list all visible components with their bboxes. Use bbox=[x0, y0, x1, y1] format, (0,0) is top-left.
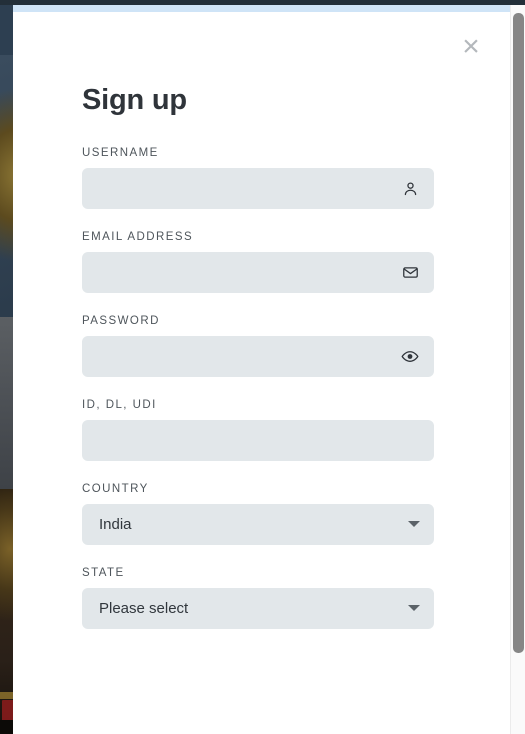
username-input[interactable] bbox=[82, 167, 434, 209]
chevron-down-icon[interactable] bbox=[408, 521, 420, 528]
password-field-shell bbox=[82, 335, 434, 377]
signup-form: Sign up USERNAME EMAIL ADDRESS PASSWORD … bbox=[82, 84, 434, 651]
country-select-value: India bbox=[99, 515, 132, 533]
label-email-address: EMAIL ADDRESS bbox=[82, 230, 194, 243]
field-group-state: STATE Please select bbox=[82, 567, 434, 629]
eye-icon[interactable] bbox=[401, 347, 419, 365]
page-title: Sign up bbox=[82, 84, 187, 116]
window-chrome-bar bbox=[0, 0, 525, 5]
state-select[interactable]: Please select bbox=[82, 587, 434, 629]
label-id-dl-udi: ID, DL, UDI bbox=[82, 398, 157, 411]
field-group-password: PASSWORD bbox=[82, 315, 434, 377]
email-input[interactable] bbox=[82, 251, 434, 293]
country-select[interactable]: India bbox=[82, 503, 434, 545]
username-field-shell bbox=[82, 167, 434, 209]
user-icon[interactable] bbox=[401, 179, 419, 197]
field-group-username: USERNAME bbox=[82, 147, 434, 209]
label-password: PASSWORD bbox=[82, 314, 160, 327]
modal-accent-bar bbox=[13, 5, 512, 12]
email-field-shell bbox=[82, 251, 434, 293]
field-group-email: EMAIL ADDRESS bbox=[82, 231, 434, 293]
id-dl-udi-field-shell bbox=[82, 419, 434, 461]
signup-modal: × Sign up USERNAME EMAIL ADDRESS PASSWOR… bbox=[13, 5, 512, 734]
envelope-icon[interactable] bbox=[401, 263, 419, 281]
password-input[interactable] bbox=[82, 335, 434, 377]
window-scrollbar[interactable] bbox=[510, 5, 525, 734]
chevron-down-icon[interactable] bbox=[408, 605, 420, 612]
label-username: USERNAME bbox=[82, 146, 159, 159]
close-icon[interactable]: × bbox=[454, 30, 488, 64]
modal-body: × Sign up USERNAME EMAIL ADDRESS PASSWOR… bbox=[13, 12, 500, 734]
id-dl-udi-input[interactable] bbox=[82, 419, 434, 461]
state-select-value: Please select bbox=[99, 599, 189, 617]
field-group-country: COUNTRY India bbox=[82, 483, 434, 545]
label-country: COUNTRY bbox=[82, 482, 149, 495]
scrollbar-thumb[interactable] bbox=[513, 13, 524, 653]
label-state: STATE bbox=[82, 566, 125, 579]
field-group-id-dl-udi: ID, DL, UDI bbox=[82, 399, 434, 461]
